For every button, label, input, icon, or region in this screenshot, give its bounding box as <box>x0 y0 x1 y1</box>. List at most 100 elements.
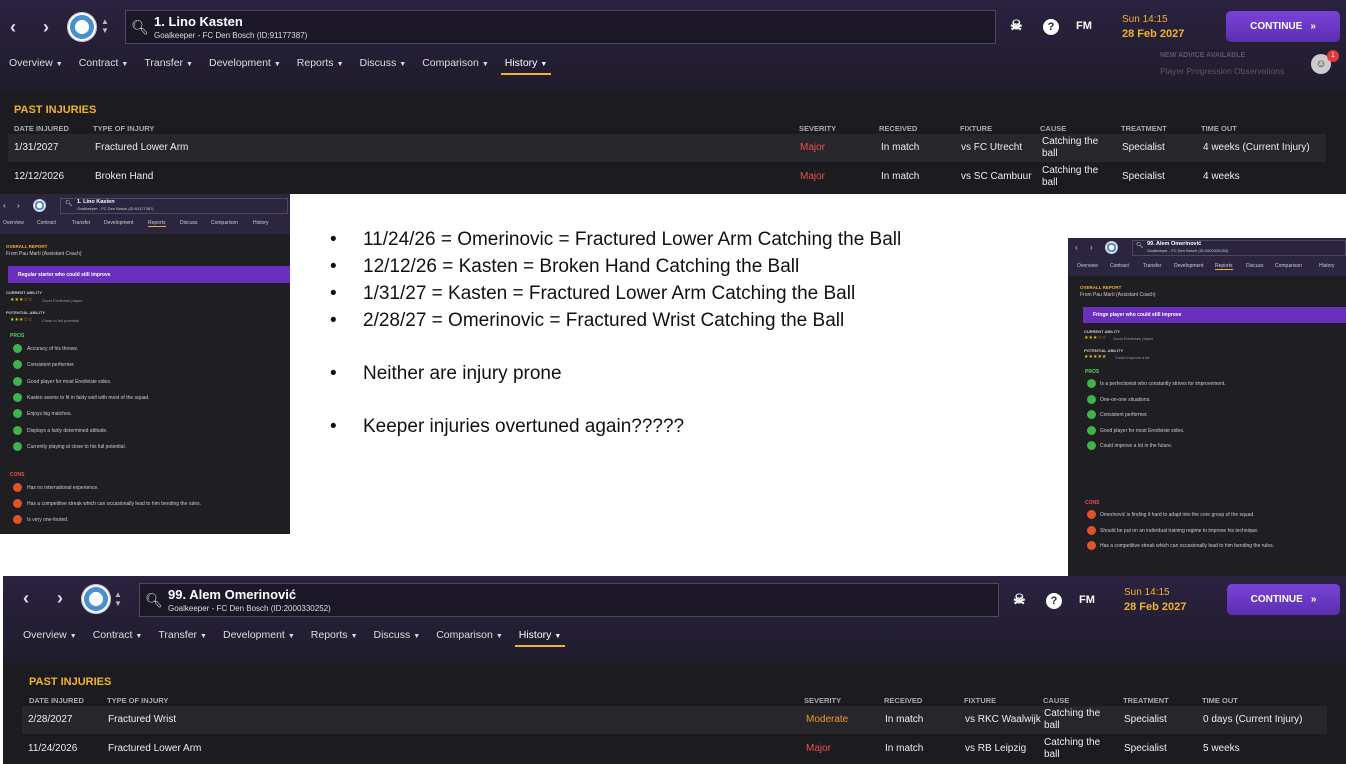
tab-overview[interactable]: Overview <box>3 220 24 226</box>
col-cause[interactable]: CAUSE <box>1040 124 1066 133</box>
tab-history[interactable]: History ▼ <box>500 57 551 75</box>
tab-development[interactable]: Development ▼ <box>209 57 281 69</box>
forward-arrow-icon[interactable]: › <box>43 588 77 609</box>
cell-cause: Catching the ball <box>1042 165 1099 188</box>
tab-comparison[interactable]: Comparison ▼ <box>436 629 503 641</box>
player-switch-icon[interactable]: ▲ ▼ <box>98 17 112 35</box>
table-row[interactable]: 12/12/2026 Broken Hand Major In match vs… <box>8 163 1326 191</box>
col-severity[interactable]: SEVERITY <box>799 124 836 133</box>
back-arrow-icon[interactable]: ‹ <box>3 201 6 210</box>
col-time[interactable]: TIME OUT <box>1201 124 1237 133</box>
tab-transfer[interactable]: Transfer ▼ <box>158 629 207 641</box>
search-icon[interactable]: 🔍︎ <box>65 200 73 207</box>
tab-transfer[interactable]: Transfer ▼ <box>144 57 193 69</box>
search-icon[interactable]: 🔍︎ <box>126 19 154 36</box>
col-type[interactable]: TYPE OF INJURY <box>107 696 168 705</box>
kasten-history-panel: ‹ › ▲ ▼ 🔍︎ 1. Lino Kasten Goalkeeper - FC… <box>0 0 1346 194</box>
tab-overview[interactable]: Overview <box>1077 263 1098 269</box>
tab-contract[interactable]: Contract <box>1110 263 1129 269</box>
col-treatment[interactable]: TREATMENT <box>1121 124 1167 133</box>
potential-ability-label: POTENTIAL ABILITY <box>6 310 46 315</box>
table-row[interactable]: 1/31/2027 Fractured Lower Arm Major In m… <box>8 134 1326 162</box>
cell-fixture[interactable]: vs FC Utrecht <box>961 142 1022 154</box>
col-received[interactable]: RECEIVED <box>884 696 922 705</box>
cell-received: In match <box>881 142 920 153</box>
forward-arrow-icon[interactable]: › <box>17 201 20 210</box>
table-row[interactable]: 11/24/2026 Fractured Lower Arm Major In … <box>22 735 1327 763</box>
player-search-box[interactable]: 🔍︎ 1. Lino Kasten Goalkeeper - FC Den Bo… <box>125 10 996 44</box>
tab-contract[interactable]: Contract ▼ <box>93 629 143 641</box>
fm-logo[interactable]: FM <box>1079 594 1095 606</box>
skull-icon[interactable]: ☠ <box>1013 591 1026 608</box>
tab-discuss[interactable]: Discuss <box>180 220 198 226</box>
club-crest-icon[interactable] <box>33 199 46 212</box>
con-item: Has no international experience. <box>27 485 99 491</box>
tab-history[interactable]: History ▼ <box>514 629 565 647</box>
tab-discuss[interactable]: Discuss ▼ <box>374 629 421 641</box>
tab-transfer[interactable]: Transfer <box>1143 263 1161 269</box>
tab-reports[interactable]: Reports ▼ <box>311 629 358 641</box>
player-switch-icon[interactable]: ▲ ▼ <box>111 590 125 608</box>
tab-development[interactable]: Development <box>1174 263 1203 269</box>
tab-overview[interactable]: Overview ▼ <box>23 629 77 641</box>
tab-comparison[interactable]: Comparison <box>211 220 238 226</box>
tab-history[interactable]: History <box>1319 263 1335 269</box>
con-item: Has a competitive streak which can occas… <box>27 501 201 507</box>
tab-development[interactable]: Development ▼ <box>223 629 295 641</box>
club-crest-icon[interactable] <box>81 584 111 614</box>
table-row[interactable]: 2/28/2027 Fractured Wrist Moderate In ma… <box>22 706 1327 734</box>
back-arrow-icon[interactable]: ‹ <box>9 588 43 609</box>
back-arrow-icon[interactable]: ‹ <box>0 17 30 38</box>
tab-comparison[interactable]: Comparison ▼ <box>422 57 489 69</box>
tab-comparison[interactable]: Comparison <box>1275 263 1302 269</box>
continue-label: CONTINUE <box>1250 594 1303 605</box>
report-author: From Pau Martí (Assistant Coach) <box>6 251 82 257</box>
col-fixture[interactable]: FIXTURE <box>964 696 996 705</box>
search-icon[interactable]: 🔍︎ <box>1136 242 1144 249</box>
banner-text: Regular starter who could still improve <box>18 271 111 278</box>
col-received[interactable]: RECEIVED <box>879 124 917 133</box>
help-icon[interactable]: ? <box>1043 19 1059 35</box>
cell-fixture[interactable]: vs SC Cambuur <box>961 171 1032 183</box>
tab-overview[interactable]: Overview ▼ <box>9 57 63 69</box>
tab-discuss[interactable]: Discuss ▼ <box>360 57 407 69</box>
tab-reports[interactable]: Reports <box>148 220 166 227</box>
back-arrow-icon[interactable]: ‹ <box>1075 243 1078 252</box>
player-search-box[interactable]: 🔍︎ 99. Alem Omerinović Goalkeeper - FC D… <box>139 583 999 617</box>
help-icon[interactable]: ? <box>1046 593 1062 609</box>
tab-contract[interactable]: Contract <box>37 220 56 226</box>
col-date[interactable]: DATE INJURED <box>14 124 69 133</box>
cell-fixture[interactable]: vs RB Leipzig <box>965 743 1026 755</box>
player-tabs: Overview ▼ Contract ▼ Transfer ▼ Developmen… <box>9 57 551 75</box>
cell-type: Fractured Lower Arm <box>95 142 189 153</box>
tab-reports[interactable]: Reports <box>1215 263 1233 270</box>
forward-arrow-icon[interactable]: › <box>1090 243 1093 252</box>
tab-development[interactable]: Development <box>104 220 133 226</box>
cell-fixture[interactable]: vs RKC Waalwijk <box>965 714 1041 726</box>
tab-discuss[interactable]: Discuss <box>1246 263 1264 269</box>
continue-button[interactable]: CONTINUE » <box>1226 11 1340 42</box>
club-crest-icon[interactable] <box>67 12 97 42</box>
col-cause[interactable]: CAUSE <box>1043 696 1069 705</box>
tab-reports[interactable]: Reports ▼ <box>297 57 344 69</box>
col-severity[interactable]: SEVERITY <box>804 696 841 705</box>
con-icon <box>1087 510 1096 519</box>
tab-contract[interactable]: Contract ▼ <box>79 57 129 69</box>
col-date[interactable]: DATE INJURED <box>29 696 84 705</box>
potential-ability-stars: ★★★★★ <box>1084 354 1107 360</box>
col-treatment[interactable]: TREATMENT <box>1123 696 1169 705</box>
continue-button[interactable]: CONTINUE » <box>1227 584 1340 615</box>
tab-history[interactable]: History <box>253 220 269 226</box>
col-time[interactable]: TIME OUT <box>1202 696 1238 705</box>
col-fixture[interactable]: FIXTURE <box>960 124 992 133</box>
tab-transfer[interactable]: Transfer <box>72 220 90 226</box>
chevron-down-icon: ▼ <box>554 633 562 640</box>
cell-cause: Catching the ball <box>1044 708 1101 731</box>
skull-icon[interactable]: ☠ <box>1010 17 1023 34</box>
club-crest-icon[interactable] <box>1105 241 1118 254</box>
search-icon[interactable]: 🔍︎ <box>140 592 168 609</box>
forward-arrow-icon[interactable]: › <box>29 17 63 38</box>
col-type[interactable]: TYPE OF INJURY <box>93 124 154 133</box>
fm-logo[interactable]: FM <box>1076 20 1092 32</box>
advice-text[interactable]: Player Progression Observations <box>1160 66 1284 76</box>
